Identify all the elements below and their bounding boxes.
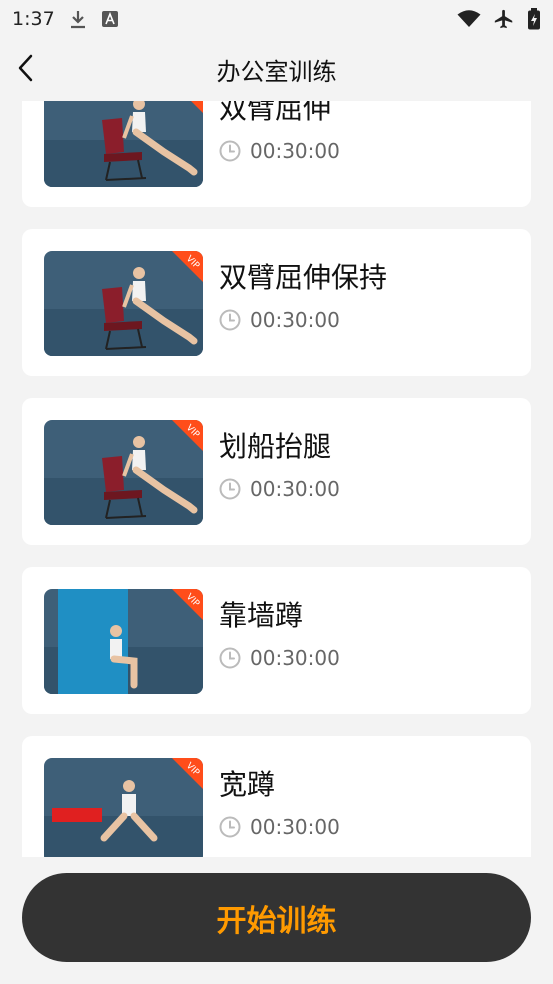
exercise-title: 双臂屈伸保持 bbox=[219, 261, 388, 294]
exercise-card[interactable]: VIP 靠墙蹲 00:30:00 bbox=[22, 567, 531, 714]
exercise-duration: 00:30:00 bbox=[219, 477, 340, 501]
status-left: 1:37 bbox=[12, 8, 119, 30]
clock-icon bbox=[219, 647, 241, 669]
exercise-thumbnail: VIP bbox=[44, 101, 203, 187]
exercise-card[interactable]: VIP 宽蹲 00:30:00 bbox=[22, 736, 531, 857]
page-title: 办公室训练 bbox=[216, 58, 337, 86]
exercise-list-viewport[interactable]: VIP 双臂屈伸 00:30:00 VIP 双臂屈伸 bbox=[0, 101, 553, 857]
duration-text: 00:30:00 bbox=[250, 815, 340, 839]
duration-text: 00:30:00 bbox=[250, 308, 340, 332]
exercise-thumbnail: VIP bbox=[44, 420, 203, 525]
exercise-card[interactable]: VIP 双臂屈伸 00:30:00 bbox=[22, 101, 531, 207]
font-a-icon bbox=[101, 10, 119, 28]
exercise-title: 靠墙蹲 bbox=[219, 599, 304, 632]
download-icon bbox=[69, 9, 87, 29]
exercise-duration: 00:30:00 bbox=[219, 308, 340, 332]
airplane-icon bbox=[493, 8, 515, 30]
exercise-list: VIP 双臂屈伸 00:30:00 VIP 双臂屈伸 bbox=[22, 101, 531, 857]
exercise-duration: 00:30:00 bbox=[219, 815, 340, 839]
exercise-title: 双臂屈伸 bbox=[219, 101, 332, 125]
exercise-thumbnail: VIP bbox=[44, 251, 203, 356]
clock-icon bbox=[219, 140, 241, 162]
exercise-thumbnail: VIP bbox=[44, 589, 203, 694]
exercise-duration: 00:30:00 bbox=[219, 646, 340, 670]
battery-icon bbox=[527, 8, 541, 30]
clock-icon bbox=[219, 478, 241, 500]
status-right bbox=[457, 8, 541, 30]
header: 办公室训练 bbox=[0, 38, 553, 98]
duration-text: 00:30:00 bbox=[250, 477, 340, 501]
exercise-card[interactable]: VIP 划船抬腿 00:30:00 bbox=[22, 398, 531, 545]
status-bar: 1:37 bbox=[0, 0, 553, 38]
wall-sit-illustration bbox=[58, 589, 138, 694]
duration-text: 00:30:00 bbox=[250, 139, 340, 163]
exercise-title: 划船抬腿 bbox=[219, 430, 332, 463]
wifi-icon bbox=[457, 10, 481, 28]
duration-text: 00:30:00 bbox=[250, 646, 340, 670]
exercise-duration: 00:30:00 bbox=[219, 139, 340, 163]
exercise-thumbnail: VIP bbox=[44, 758, 203, 857]
start-training-button[interactable]: 开始训练 bbox=[22, 873, 531, 962]
exercise-title: 宽蹲 bbox=[219, 768, 276, 801]
clock-icon bbox=[219, 816, 241, 838]
clock-icon bbox=[219, 309, 241, 331]
exercise-card[interactable]: VIP 双臂屈伸保持 00:30:00 bbox=[22, 229, 531, 376]
status-time: 1:37 bbox=[12, 8, 55, 30]
